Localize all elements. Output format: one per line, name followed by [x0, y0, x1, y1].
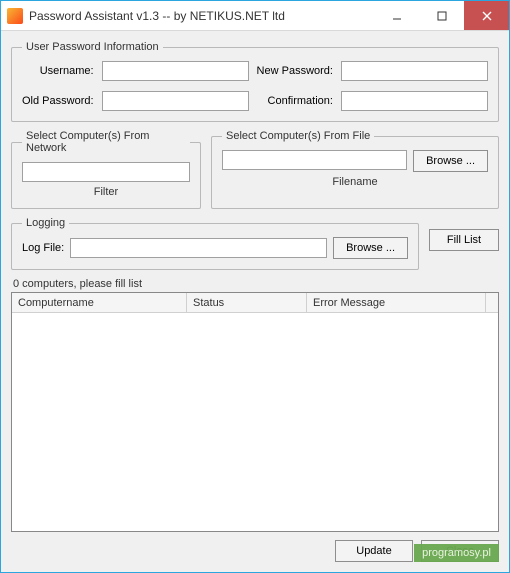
window-buttons [374, 1, 509, 30]
listview-header: Computername Status Error Message [12, 293, 498, 313]
browse-log-button[interactable]: Browse ... [333, 237, 408, 259]
new-password-label: New Password: [257, 65, 333, 77]
username-label: Username: [22, 65, 94, 77]
filename-input[interactable] [222, 150, 407, 170]
maximize-button[interactable] [419, 1, 464, 30]
logging-legend: Logging [22, 217, 69, 229]
col-status[interactable]: Status [187, 293, 307, 312]
bottom-button-row: Update Close programosy.pl [11, 540, 499, 562]
logfile-input[interactable] [70, 238, 327, 258]
old-password-input[interactable] [102, 91, 249, 111]
network-legend: Select Computer(s) From Network [22, 130, 190, 154]
old-password-label: Old Password: [22, 95, 94, 107]
minimize-icon [392, 11, 402, 21]
col-computername[interactable]: Computername [12, 293, 187, 312]
close-icon [482, 11, 492, 21]
logging-group: Logging Log File: Browse ... [11, 217, 419, 270]
close-window-button[interactable] [464, 1, 509, 30]
minimize-button[interactable] [374, 1, 419, 30]
status-line: 0 computers, please fill list [13, 278, 499, 290]
network-group: Select Computer(s) From Network Filter [11, 130, 201, 209]
filename-caption: Filename [332, 176, 377, 188]
computer-listview[interactable]: Computername Status Error Message [11, 292, 499, 532]
file-legend: Select Computer(s) From File [222, 130, 374, 142]
filter-caption: Filter [94, 186, 118, 198]
update-button[interactable]: Update [335, 540, 413, 562]
maximize-icon [437, 11, 447, 21]
logfile-label: Log File: [22, 242, 64, 254]
watermark: programosy.pl [414, 544, 499, 562]
browse-file-button[interactable]: Browse ... [413, 150, 488, 172]
col-error[interactable]: Error Message [307, 293, 486, 312]
client-area: User Password Information Username: New … [1, 31, 509, 572]
app-icon [7, 8, 23, 24]
confirmation-label: Confirmation: [257, 95, 333, 107]
network-filter-input[interactable] [22, 162, 190, 182]
confirmation-input[interactable] [341, 91, 488, 111]
fill-list-button[interactable]: Fill List [429, 229, 499, 251]
titlebar: Password Assistant v1.3 -- by NETIKUS.NE… [1, 1, 509, 31]
user-password-legend: User Password Information [22, 41, 163, 53]
new-password-input[interactable] [341, 61, 488, 81]
file-group: Select Computer(s) From File Browse ... … [211, 130, 499, 209]
window-title: Password Assistant v1.3 -- by NETIKUS.NE… [29, 9, 374, 23]
col-spacer [486, 293, 498, 312]
username-input[interactable] [102, 61, 249, 81]
listview-body[interactable] [12, 313, 498, 531]
user-password-group: User Password Information Username: New … [11, 41, 499, 122]
